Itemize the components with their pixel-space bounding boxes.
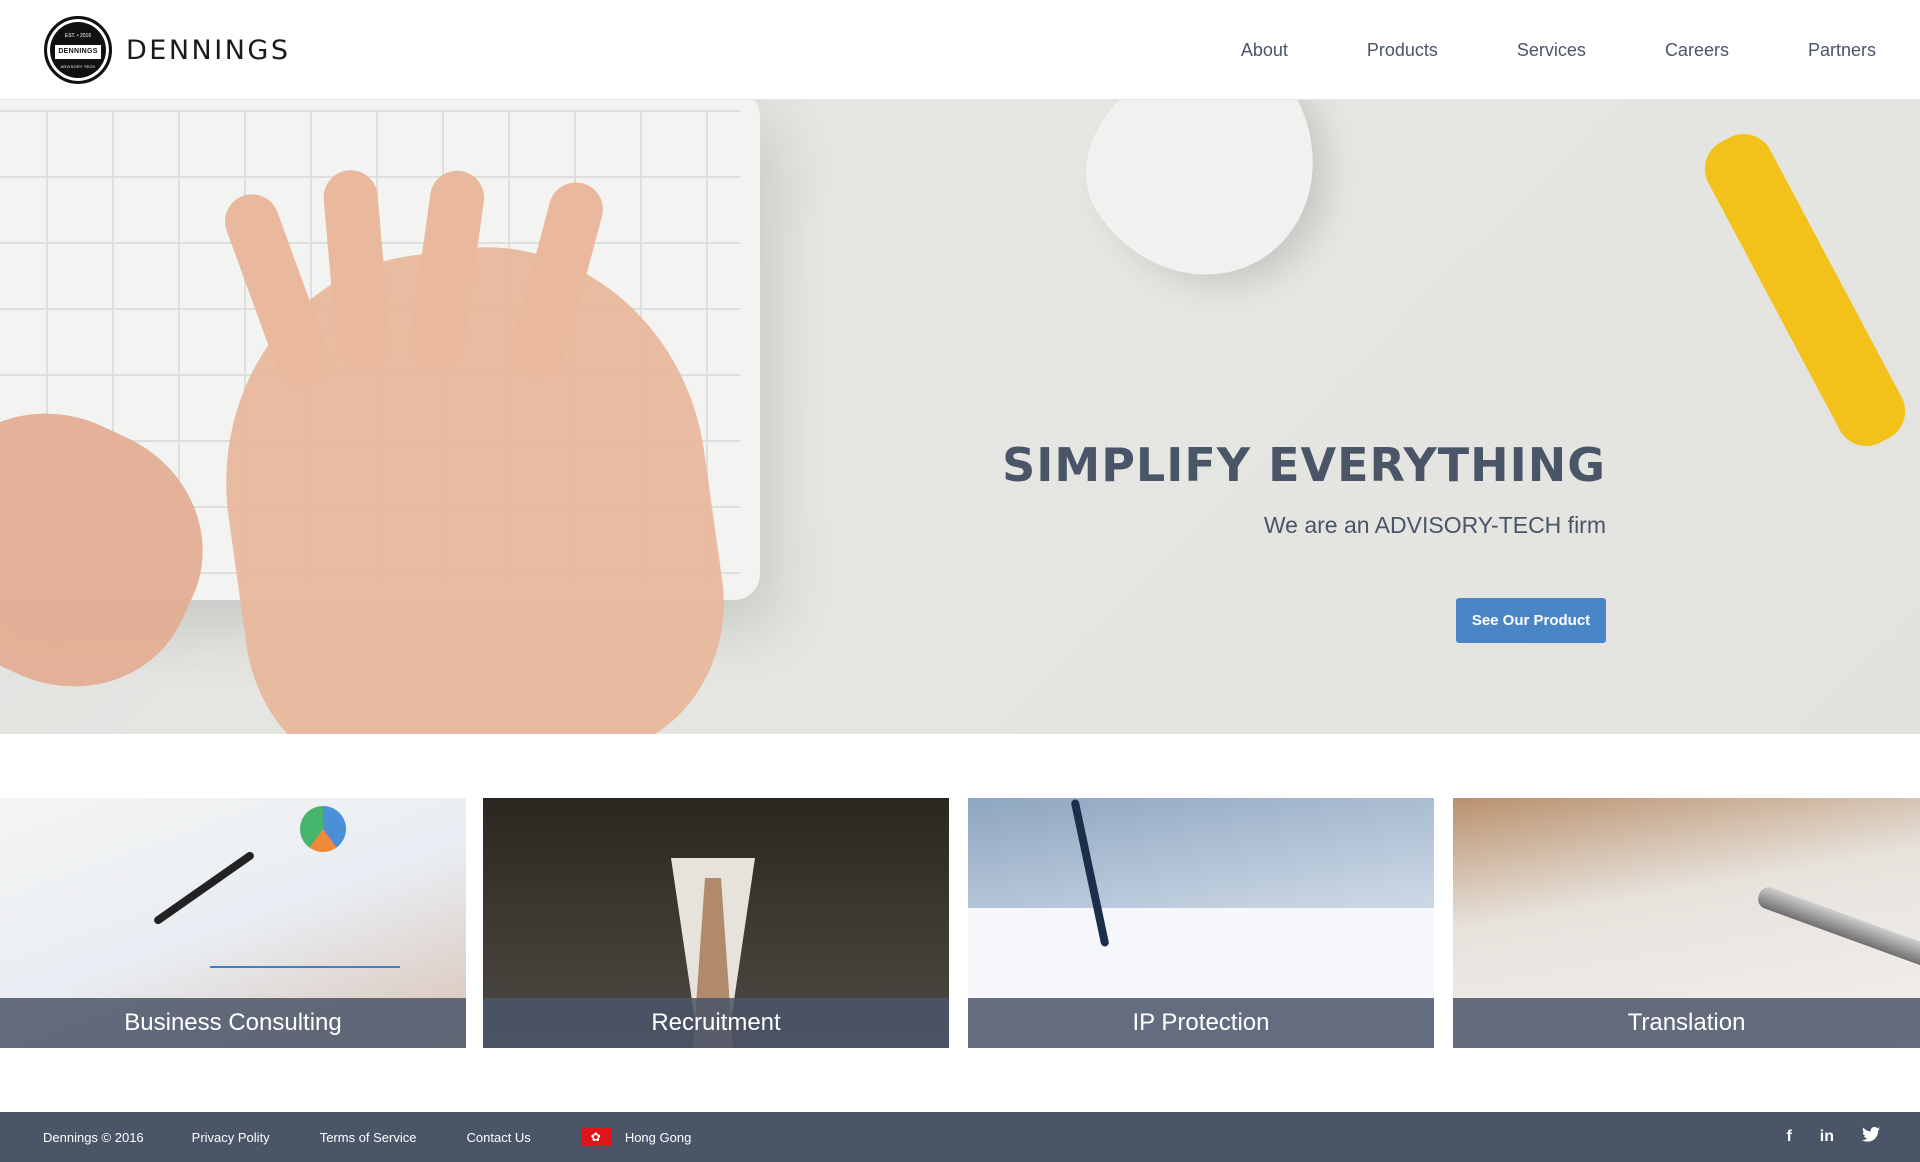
service-label: Recruitment: [483, 998, 949, 1048]
facebook-icon[interactable]: f: [1786, 1128, 1791, 1146]
contact-us-link[interactable]: Contact Us: [467, 1130, 531, 1145]
service-tile-translation[interactable]: Translation: [1453, 798, 1920, 1048]
nav-about[interactable]: About: [1241, 40, 1288, 61]
footer-left: Dennings © 2016 Privacy Polity Terms of …: [43, 1112, 691, 1162]
brand-name: DENNINGS: [126, 34, 291, 66]
logo-badge-est: EST. • 2016: [64, 33, 92, 39]
twitter-bird-icon: [1862, 1126, 1880, 1142]
pie-chart-image: [300, 806, 346, 852]
services-grid: Business Consulting Recruitment IP Prote…: [0, 798, 1920, 1048]
privacy-policy-link[interactable]: Privacy Polity: [192, 1130, 270, 1145]
fountain-pen-image: [1755, 884, 1920, 974]
region-selector[interactable]: Hong Gong: [625, 1130, 692, 1145]
logo-badge-band: DENNINGS: [55, 45, 101, 59]
service-tile-business-consulting[interactable]: Business Consulting: [0, 798, 466, 1048]
nav-products[interactable]: Products: [1367, 40, 1438, 61]
hero-banner: SIMPLIFY EVERYTHING We are an ADVISORY-T…: [0, 100, 1920, 734]
site-footer: Dennings © 2016 Privacy Polity Terms of …: [0, 1112, 1920, 1162]
twitter-icon[interactable]: [1862, 1126, 1880, 1147]
copyright-text: Dennings © 2016: [43, 1129, 144, 1145]
line-chart-image: [210, 908, 400, 968]
linkedin-icon[interactable]: in: [1820, 1128, 1834, 1146]
see-our-product-button[interactable]: See Our Product: [1456, 598, 1606, 643]
logo-link[interactable]: EST. • 2016 DENNINGS ADVISORY TECH DENNI…: [44, 16, 290, 84]
service-label: IP Protection: [968, 998, 1434, 1048]
hero-watch-strap-image: [1694, 123, 1916, 457]
nav-careers[interactable]: Careers: [1665, 40, 1729, 61]
main-nav: About Products Services Careers Partners: [1162, 0, 1876, 100]
hong-kong-flag-icon: [580, 1128, 611, 1146]
service-tile-recruitment[interactable]: Recruitment: [483, 798, 949, 1048]
service-tile-ip-protection[interactable]: IP Protection: [968, 798, 1434, 1048]
site-header: EST. • 2016 DENNINGS ADVISORY TECH DENNI…: [0, 0, 1920, 100]
nav-partners[interactable]: Partners: [1808, 40, 1876, 61]
nav-services[interactable]: Services: [1517, 40, 1586, 61]
logo-badge-icon: EST. • 2016 DENNINGS ADVISORY TECH: [44, 16, 112, 84]
service-label: Translation: [1453, 998, 1920, 1048]
service-label: Business Consulting: [0, 998, 466, 1048]
hero-subtitle: We are an ADVISORY-TECH firm: [1263, 512, 1606, 538]
social-links: f in: [1758, 1112, 1880, 1162]
hero-mouse-image: [1050, 100, 1360, 320]
terms-of-service-link[interactable]: Terms of Service: [320, 1130, 417, 1145]
hero-title: SIMPLIFY EVERYTHING: [1002, 438, 1606, 492]
logo-badge-sub: ADVISORY TECH: [60, 64, 96, 69]
